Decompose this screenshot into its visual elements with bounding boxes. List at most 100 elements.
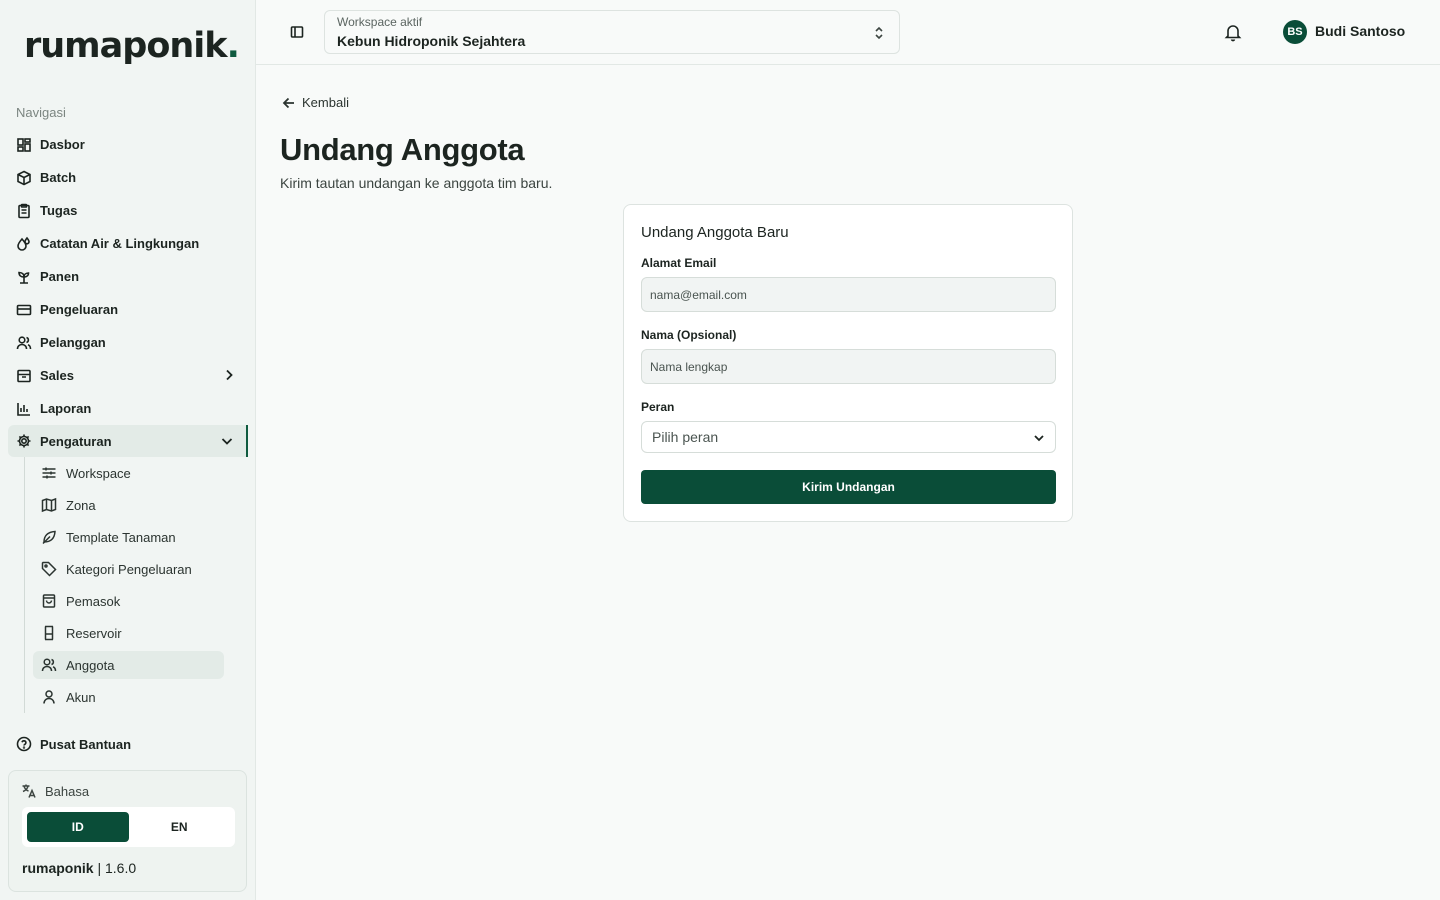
brand-logo[interactable]: rumaponik. [24,24,240,68]
sidebar-subitem-template-tanaman[interactable]: Template Tanaman [33,521,224,553]
subitem-label: Kategori Pengeluaran [66,561,192,577]
subitem-label: Pemasok [66,593,121,609]
page-subtitle: Kirim tautan undangan ke anggota tim bar… [280,175,553,191]
subitem-label: Akun [66,689,96,705]
user-icon [41,689,57,705]
dashboard-icon [16,137,32,153]
back-link[interactable]: Kembali [282,95,349,110]
sidebar-subitem-workspace[interactable]: Workspace [33,457,224,489]
sidebar-item-catatan-air[interactable]: Catatan Air & Lingkungan [8,227,248,260]
nav-section-label: Navigasi [16,105,66,120]
sidebar-item-label: Panen [40,269,80,284]
chevron-right-icon [222,368,236,382]
user-name[interactable]: Budi Santoso [1315,23,1405,39]
form-title: Undang Anggota Baru [641,224,789,241]
sidebar-item-label: Pengaturan [40,433,112,449]
invite-form-card: Undang Anggota Baru Alamat Email Nama (O… [623,204,1073,522]
sidebar-toggle-icon[interactable] [290,25,304,39]
sidebar-item-label: Sales [40,368,74,383]
workspace-label: Workspace aktif [337,15,423,29]
role-select-value: Pilih peran [652,429,719,445]
sidebar-subitem-kategori-pengeluaran[interactable]: Kategori Pengeluaran [33,553,224,585]
box-icon [16,170,32,186]
help-center-link[interactable]: Pusat Bantuan [16,736,131,752]
droplet-icon [16,236,32,252]
arrow-left-icon [282,96,296,110]
workspace-value: Kebun Hidroponik Sejahtera [337,33,526,49]
users-icon [16,335,32,351]
role-select[interactable]: Pilih peran [641,421,1056,453]
sprout-icon [16,269,32,285]
sidebar-item-label: Dasbor [40,137,85,152]
subitem-label: Workspace [66,465,131,481]
email-field[interactable] [641,277,1056,312]
sidebar-item-pengeluaran[interactable]: Pengeluaran [8,293,248,326]
sidebar-item-label: Laporan [40,401,92,416]
sliders-icon [41,465,57,481]
subitem-label: Anggota [66,657,115,673]
sidebar-subitem-zona[interactable]: Zona [33,489,224,521]
sidebar-subitem-anggota[interactable]: Anggota [33,651,224,679]
language-header: Bahasa [21,783,89,799]
sidebar-item-laporan[interactable]: Laporan [8,392,248,425]
version-number: 1.6.0 [105,860,137,876]
sidebar-item-label: Pengeluaran [40,302,119,317]
chevrons-up-down-icon [873,25,885,41]
tag-icon [41,561,57,577]
app-version: rumaponik | 1.6.0 [22,860,136,876]
name-field[interactable] [641,349,1056,384]
subitem-label: Reservoir [66,625,122,641]
name-label: Nama (Opsional) [641,328,737,342]
subitem-label: Template Tanaman [66,529,176,545]
send-invite-button[interactable]: Kirim Undangan [641,470,1056,504]
back-label: Kembali [302,95,349,110]
sidebar-item-label: Pelanggan [40,335,106,350]
top-bar: Workspace aktif Kebun Hidroponik Sejahte… [256,0,1440,65]
sidebar-item-label: Catatan Air & Lingkungan [40,236,200,251]
sidebar-subitem-akun[interactable]: Akun [33,681,224,713]
translate-icon [21,783,37,799]
bell-icon[interactable] [1224,22,1242,42]
leaf-icon [41,529,57,545]
language-label: Bahasa [45,783,90,799]
container-icon [41,625,57,641]
page-title: Undang Anggota [280,132,525,167]
sidebar-item-dasbor[interactable]: Dasbor [8,128,248,161]
role-label: Peran [641,400,675,414]
sidebar-item-label: Batch [40,170,77,185]
credit-card-icon [16,302,32,318]
language-toggle: ID EN [22,807,235,847]
workspace-selector[interactable]: Workspace aktif Kebun Hidroponik Sejahte… [324,10,900,54]
language-panel: Bahasa ID EN rumaponik | 1.6.0 [8,770,247,892]
sidebar-subitem-reservoir[interactable]: Reservoir [33,617,224,649]
subitem-label: Zona [66,497,96,513]
sidebar-item-pelanggan[interactable]: Pelanggan [8,326,248,359]
sidebar-item-sales[interactable]: Sales [8,359,248,392]
sidebar-item-label: Tugas [40,203,78,218]
sidebar-item-panen[interactable]: Panen [8,260,248,293]
gear-icon [16,433,32,449]
version-separator: | [97,860,102,876]
language-option-en[interactable]: EN [129,812,231,842]
sidebar-subitem-pemasok[interactable]: Pemasok [33,585,224,617]
sidebar-item-pengaturan[interactable]: Pengaturan [8,425,248,457]
users-icon [41,657,57,673]
archive-icon [16,368,32,384]
bar-chart-icon [16,401,32,417]
map-icon [41,497,57,513]
language-option-id[interactable]: ID [27,812,129,842]
help-label: Pusat Bantuan [40,736,132,752]
clipboard-icon [16,203,32,219]
chevron-down-icon [1033,431,1045,443]
sidebar-nav: Dasbor Batch Tugas Catatan Air & Lingkun… [8,128,248,457]
settings-submenu: Workspace Zona Template Tanaman Kategori… [24,457,224,713]
sidebar-item-batch[interactable]: Batch [8,161,248,194]
help-circle-icon [16,736,32,752]
sidebar: rumaponik. Navigasi Dasbor Batch Tugas C… [0,0,256,900]
shopping-bag-icon [41,593,57,609]
avatar[interactable]: BS [1283,20,1307,44]
sidebar-item-tugas[interactable]: Tugas [8,194,248,227]
version-app-name: rumaponik [22,860,94,876]
email-label: Alamat Email [641,256,717,270]
chevron-down-icon [220,434,234,448]
